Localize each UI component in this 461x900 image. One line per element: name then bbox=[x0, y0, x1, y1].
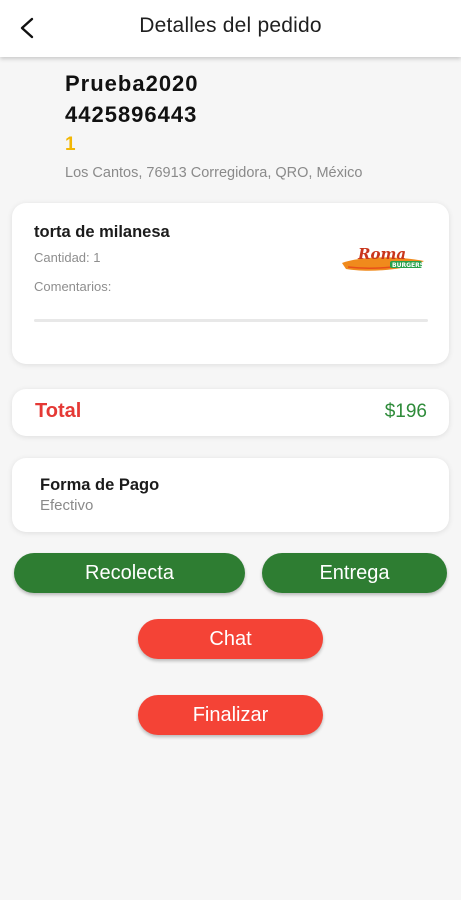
customer-name: Prueba2020 bbox=[65, 71, 199, 96]
svg-text:Roma: Roma bbox=[357, 245, 406, 263]
svg-text:BURGERS: BURGERS bbox=[392, 262, 424, 269]
finalizar-button[interactable]: Finalizar bbox=[138, 695, 323, 735]
item-quantity: Cantidad: 1 bbox=[34, 250, 101, 265]
item-comments: Comentarios: bbox=[34, 279, 112, 294]
total-card: Total $196 bbox=[12, 389, 449, 436]
restaurant-logo: Roma BURGERS bbox=[342, 245, 424, 271]
payment-card: Forma de Pago Efectivo bbox=[12, 458, 449, 532]
total-label: Total bbox=[35, 400, 82, 422]
page-title: Detalles del pedido bbox=[139, 14, 322, 37]
customer-info: Prueba2020 4425896443 1 Los Cantos, 7691… bbox=[65, 68, 445, 185]
chat-button[interactable]: Chat bbox=[138, 619, 323, 659]
item-name: torta de milanesa bbox=[34, 223, 170, 241]
entrega-button[interactable]: Entrega bbox=[262, 553, 447, 593]
customer-phone: 4425896443 bbox=[65, 102, 198, 127]
payment-method: Efectivo bbox=[40, 497, 94, 514]
total-value: $196 bbox=[384, 401, 427, 422]
order-count: 1 bbox=[65, 134, 76, 155]
customer-address: Los Cantos, 76913 Corregidora, QRO, Méxi… bbox=[65, 165, 363, 181]
payment-label: Forma de Pago bbox=[40, 476, 160, 494]
divider bbox=[34, 319, 428, 322]
app-bar: Detalles del pedido bbox=[0, 0, 461, 57]
recolecta-button[interactable]: Recolecta bbox=[14, 553, 245, 593]
order-item-card: torta de milanesa Cantidad: 1 Comentario… bbox=[12, 203, 449, 364]
